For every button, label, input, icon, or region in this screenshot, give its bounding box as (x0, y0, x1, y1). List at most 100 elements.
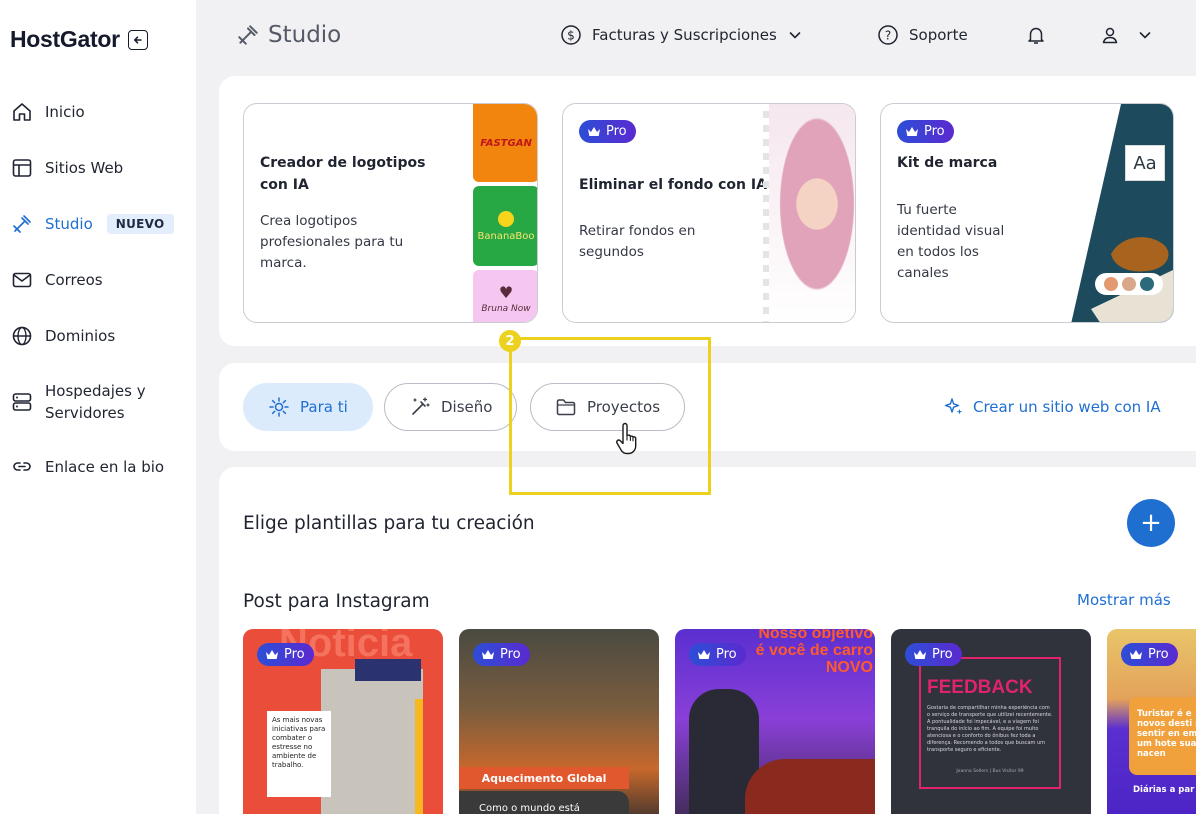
plus-icon: + (1140, 508, 1162, 538)
sparkle-icon (269, 397, 289, 417)
new-badge: NUEVO (106, 214, 174, 234)
crown-icon (266, 650, 278, 659)
dollar-icon: $ (561, 25, 581, 45)
sidebar-item-enlace-bio[interactable]: Enlace en la bio (10, 455, 164, 479)
portrait-image (769, 104, 855, 322)
chip-label: Diseño (441, 398, 493, 416)
pro-badge: Pro (897, 120, 954, 143)
tutorial-highlight-box (509, 337, 711, 495)
server-icon (10, 390, 34, 414)
template-photo-car (745, 759, 875, 814)
sidebar-item-dominios[interactable]: Dominios (10, 324, 115, 348)
pro-badge: Pro (1121, 643, 1178, 666)
sidebar: HostGator Inicio Sitios Web Studio NUEVO… (0, 0, 196, 814)
sidebar-item-label: Sitios Web (45, 159, 124, 177)
template-thumbnail[interactable]: FEEDBACK Gostaria de compartilhar minha … (891, 629, 1091, 814)
support-label: Soporte (909, 26, 968, 44)
page-title: Studio (236, 22, 341, 48)
sidebar-item-label: Dominios (45, 327, 116, 345)
sidebar-item-hospedajes[interactable]: Hospedajes y Servidores (10, 380, 165, 424)
hostgator-logo[interactable]: HostGator (10, 26, 120, 53)
bell-icon (1028, 27, 1044, 44)
remove-background-card[interactable]: Pro Eliminar el fondo con IA Retirar fon… (562, 103, 856, 323)
logo-creator-card[interactable]: Creador de logotipos con IA Crea logotip… (243, 103, 538, 323)
sidebar-item-label: Hospedajes y Servidores (45, 382, 146, 422)
sidebar-item-label: Inicio (45, 103, 85, 121)
template-text: As mais novas iniciativas para combater … (267, 711, 331, 797)
home-icon (10, 100, 34, 124)
templates-heading: Elige plantillas para tu creación (243, 513, 535, 534)
logo-row: HostGator (10, 26, 148, 53)
logo-sample-fastgan: FASTGAN (473, 104, 537, 182)
logo-sample-bruna: ♥ Bruna Now (473, 270, 537, 322)
template-photo (321, 669, 423, 814)
hand-cursor-icon (614, 422, 642, 460)
brand-kit-card[interactable]: Pro Kit de marca Tu fuerte identidad vis… (880, 103, 1174, 323)
tab-para-ti[interactable]: Para ti (243, 383, 373, 431)
template-headline: Nosso objetivo é você de carro NOVO (755, 629, 873, 676)
sidebar-item-correos[interactable]: Correos (10, 268, 103, 292)
swatch (1140, 277, 1154, 291)
ai-sparkle-icon (944, 398, 963, 415)
template-accent-block (355, 659, 421, 681)
pro-badge: Pro (579, 120, 636, 143)
chip-label: Para ti (300, 398, 348, 416)
page-title-text: Studio (268, 22, 342, 48)
show-more-link[interactable]: Mostrar más (1077, 591, 1171, 609)
card-title: Creador de logotipos con IA (260, 155, 426, 193)
template-author: Joanna Sellers | Bus Visitor 99 (956, 769, 1024, 774)
chevron-down-icon (789, 32, 801, 39)
tutorial-step-number: 2 (499, 330, 521, 352)
sidebar-item-label: Studio (45, 215, 93, 233)
template-thumbnail[interactable]: Turistar é e novos desti se sentir en em… (1107, 629, 1196, 814)
sidebar-item-label: Correos (45, 271, 103, 289)
notifications-button[interactable] (1025, 24, 1047, 46)
create-ai-site-link[interactable]: Crear un sitio web con IA (944, 397, 1161, 417)
pro-badge: Pro (689, 643, 746, 666)
card-description: Retirar fondos en segundos (579, 223, 696, 260)
template-thumbnail[interactable]: Aquecimento Global Como o mundo está Pro (459, 629, 659, 814)
collapse-sidebar-button[interactable] (127, 29, 148, 50)
studio-icon (238, 25, 258, 45)
sidebar-item-label: Enlace en la bio (45, 458, 165, 476)
swatch (1104, 277, 1118, 291)
user-icon (1102, 27, 1118, 44)
heart-icon: ♥ (498, 282, 514, 302)
create-new-button[interactable]: + (1127, 499, 1175, 547)
card-description: Tu fuerte identidad visual en todos los … (897, 202, 1005, 281)
website-icon (10, 156, 34, 180)
font-sample: Aa (1125, 145, 1165, 181)
template-footer: Diárias a par (1133, 785, 1195, 795)
template-accent-bar (415, 699, 423, 814)
color-palette (1095, 273, 1163, 295)
template-thumbnail[interactable]: Noticia As mais novas iniciativas para c… (243, 629, 443, 814)
sidebar-item-studio[interactable]: Studio NUEVO (10, 212, 174, 236)
card-title: Eliminar el fondo con IA (579, 177, 767, 193)
magic-wand-icon (412, 397, 430, 415)
support-button[interactable]: ? Soporte (877, 24, 968, 46)
top-header: Studio $ Facturas y Suscripciones ? Sopo… (196, 0, 1196, 74)
account-menu-button[interactable] (1099, 24, 1153, 46)
template-text: Turistar é e novos desti se sentir en em… (1129, 697, 1196, 775)
category-title: Post para Instagram (243, 591, 430, 612)
billing-menu-button[interactable]: $ Facturas y Suscripciones (560, 24, 803, 46)
logo-sample-bananaboo: BananaBoo (473, 186, 537, 266)
template-headline: FEEDBACK (927, 677, 1033, 698)
crown-icon (914, 650, 926, 659)
pro-badge: Pro (905, 643, 962, 666)
globe-icon (10, 324, 34, 348)
chevron-down-icon (1139, 32, 1151, 39)
tab-diseno[interactable]: Diseño (384, 383, 518, 431)
sidebar-item-inicio[interactable]: Inicio (10, 100, 85, 124)
help-icon: ? (878, 25, 898, 45)
sidebar-item-sitios-web[interactable]: Sitios Web (10, 156, 123, 180)
crown-icon (482, 650, 494, 659)
pro-badge: Pro (257, 643, 314, 666)
template-thumbnail[interactable]: Nosso objetivo é você de carro NOVO Pro (675, 629, 875, 814)
billing-label: Facturas y Suscripciones (592, 26, 777, 44)
link-icon (10, 455, 34, 479)
crown-icon (588, 127, 600, 136)
banana-icon (498, 210, 514, 227)
crown-icon (1130, 650, 1142, 659)
crown-icon (906, 127, 918, 136)
